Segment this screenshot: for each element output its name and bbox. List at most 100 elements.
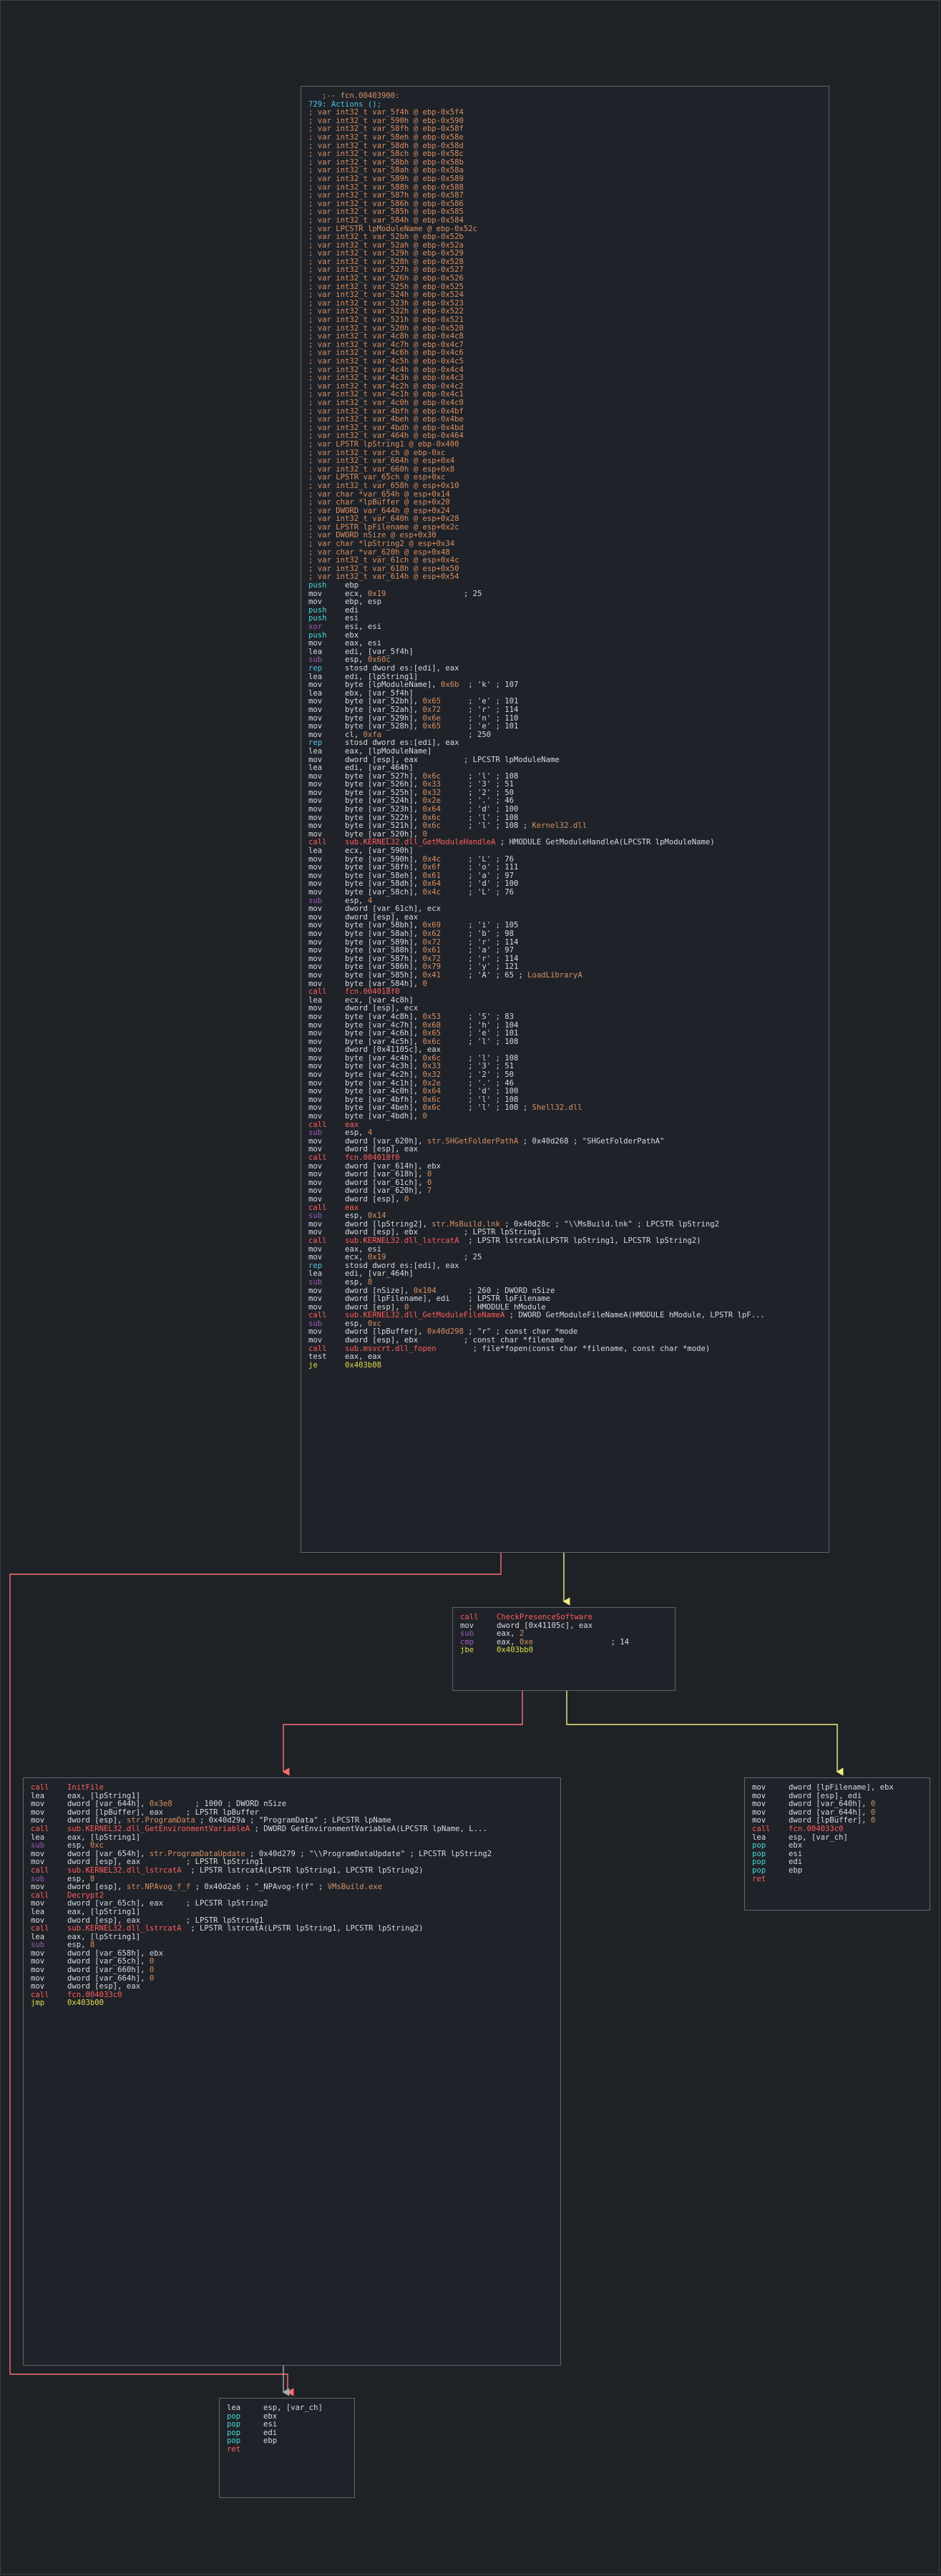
asm-line[interactable]: mov ecx, 0x19 ; 25 xyxy=(308,590,821,599)
asm-line[interactable]: jbe 0x403bb0 xyxy=(460,1646,668,1655)
asm-token: 0xc xyxy=(367,1319,382,1328)
asm-token: mov byte [var_52ah], xyxy=(308,705,423,714)
asm-line[interactable]: lea edi, [var_464h] xyxy=(308,1270,821,1279)
asm-line[interactable]: ; var int32_t var_614h @ esp+0x54 xyxy=(308,573,821,582)
asm-line[interactable]: ret xyxy=(752,1875,922,1884)
asm-token: ; var int32_t var_52ah @ ebp-0x52a xyxy=(308,240,464,250)
asm-token: mov dword [esp], ebx ; LPSTR lpString1 xyxy=(308,1228,542,1237)
asm-token: 0x6c xyxy=(422,1095,441,1104)
asm-token: 0x32 xyxy=(422,1070,441,1080)
asm-line[interactable]: lea eax, [lpString1] xyxy=(31,1933,553,1942)
asm-token: mov byte [var_52bh], xyxy=(308,697,423,706)
asm-token: ebx xyxy=(240,2411,278,2421)
asm-token: 0x6c xyxy=(422,1037,441,1046)
asm-token: mov dword [lpBuffer], eax ; LPSTR lpBuff… xyxy=(31,1807,259,1817)
asm-token: ; LPSTR lstrcatA(LPSTR lpString1, LPCSTR… xyxy=(459,1236,701,1245)
asm-line[interactable]: test eax, eax xyxy=(308,1352,821,1362)
asm-line[interactable]: push ebx xyxy=(308,630,821,640)
asm-line[interactable]: call eax xyxy=(308,1121,821,1130)
asm-token: mov dword [var_61ch], ecx xyxy=(308,904,441,914)
asm-token: ; "r" ; const char *mode xyxy=(463,1327,578,1337)
asm-token: 0x69 xyxy=(422,921,441,930)
asm-line[interactable]: push edi xyxy=(308,606,821,615)
asm-token: 0x68 xyxy=(422,1020,441,1030)
asm-line[interactable]: call sub.msvcrt.dll_fopen ; file*fopen(c… xyxy=(308,1345,821,1354)
asm-token: 0x65 xyxy=(422,722,441,731)
asm-token: pop xyxy=(752,1849,766,1858)
asm-token: mov byte [var_58ah], xyxy=(308,929,423,938)
asm-token: 0x72 xyxy=(422,954,441,963)
asm-token: ; 0x40d28c ; "\\MsBuild.lnk" ; LPCSTR lp… xyxy=(499,1219,720,1229)
asm-token: mov dword [esp], eax xyxy=(31,1982,141,1991)
asm-token: mov ecx, xyxy=(308,589,368,598)
asm-token: ; var int32_t var_522h @ ebp-0x522 xyxy=(308,307,464,316)
asm-token: ; var int32_t var_4c4h @ ebp-0x4c4 xyxy=(308,365,464,374)
asm-token: ; file*fopen(const char *filename, const… xyxy=(436,1344,711,1353)
asm-line[interactable]: mov ebp, esp xyxy=(308,597,821,607)
asm-token: mov byte [var_521h], xyxy=(308,821,423,831)
asm-token: mov byte [var_58fh], xyxy=(308,863,423,872)
asm-token: ; 0x40d279 ; "\\ProgramDataUpdate" ; LPC… xyxy=(245,1849,492,1858)
asm-token: mov dword [esp], edi xyxy=(752,1791,862,1800)
asm-line[interactable]: ;-- fcn.00403900: xyxy=(308,92,821,101)
asm-token: call InitFile xyxy=(31,1783,104,1792)
asm-line[interactable]: mov dword [esp], str.NPAvog_f_f ; 0x40d2… xyxy=(31,1883,553,1892)
asm-line[interactable]: lea eax, [lpString1] xyxy=(31,1833,553,1843)
asm-token: 0x6c xyxy=(422,771,441,781)
asm-token: str.NPAvog_f_f xyxy=(126,1883,191,1892)
asm-line[interactable]: call sub.KERNEL32.dll_GetModuleFileNameA… xyxy=(308,1311,821,1320)
asm-token: mov byte [var_4c3h], xyxy=(308,1062,423,1071)
asm-token: ; var char *lpString2 @ esp+0x34 xyxy=(308,540,455,549)
asm-line[interactable]: mov byte [var_58ch], 0x4c ; 'L' ; 76 xyxy=(308,888,821,897)
asm-token: pop xyxy=(227,2420,241,2429)
asm-line[interactable]: mov dword [esp], 0 xyxy=(308,1195,821,1204)
asm-line[interactable]: push esi xyxy=(308,615,821,623)
asm-token: mov dword [esp], xyxy=(308,1302,404,1312)
asm-token: eax, xyxy=(474,1637,520,1646)
asm-token: edi xyxy=(240,2428,278,2437)
asm-line[interactable]: je 0x403b08 xyxy=(308,1361,821,1370)
asm-line[interactable]: pop ebp xyxy=(752,1866,922,1875)
basic-block-fcn-00403900[interactable]: ;-- fcn.00403900: 729: Actions ();; var i… xyxy=(301,86,829,1553)
asm-line[interactable]: pop ebp xyxy=(227,2437,347,2446)
asm-token: ; var LPCSTR lpModuleName @ ebp-0x52c xyxy=(308,224,477,233)
asm-token: mov byte [var_525h], xyxy=(308,788,423,797)
basic-block-check-presence[interactable]: call CheckPresenceSoftware mov dword [0x4… xyxy=(452,1607,676,1691)
asm-token: ; var int32_t var_586h @ ebp-0x586 xyxy=(308,199,464,208)
asm-token: mov dword [var_61ch], xyxy=(308,1178,427,1187)
asm-token: sub xyxy=(308,655,323,665)
asm-token: ; var int32_t var_523h @ ebp-0x523 xyxy=(308,298,464,308)
asm-token: mov byte [var_58bh], xyxy=(308,921,423,930)
asm-line[interactable]: mov byte [var_4bdh], 0 xyxy=(308,1112,821,1121)
asm-token: ; 'A' ; 65 ; xyxy=(440,970,528,980)
asm-line[interactable]: ret xyxy=(227,2445,347,2454)
asm-token: ; var int32_t var_526h @ ebp-0x526 xyxy=(308,274,464,283)
basic-block-init-file[interactable]: call InitFile lea eax, [lpString1] mov dwo… xyxy=(23,1777,561,2366)
asm-token: str.ProgramDataUpdate xyxy=(149,1849,245,1858)
asm-token: lea ecx, [var_4c8h] xyxy=(308,995,414,1005)
asm-token: rep xyxy=(308,663,323,673)
asm-token: mov byte [var_4c6h], xyxy=(308,1029,423,1038)
asm-token: call sub.KERNEL32.dll_GetModuleHandleA xyxy=(308,838,496,847)
asm-line[interactable]: call sub.KERNEL32.dll_lstrcatA ; LPSTR l… xyxy=(31,1866,553,1875)
asm-token: esp, xyxy=(44,1874,90,1883)
asm-token: mov dword [lpFilename], ebx xyxy=(752,1783,894,1792)
asm-line[interactable]: call fcn.004033c0 xyxy=(31,1991,553,2000)
asm-token: stosd dword es:[edi], eax xyxy=(322,738,459,748)
asm-line[interactable]: call sub.KERNEL32.dll_lstrcatA ; LPSTR l… xyxy=(308,1236,821,1246)
asm-token: Shell32.dll xyxy=(532,1103,582,1113)
asm-token: ; var char *var_654h @ esp+0x14 xyxy=(308,489,450,499)
asm-token: ; var int32_t var_464h @ ebp-0x464 xyxy=(308,431,464,441)
asm-token: mov dword [esp], eax xyxy=(308,1145,419,1154)
asm-token: ; var DWORD var_644h @ esp+0x24 xyxy=(308,506,450,515)
basic-block-epilogue-a[interactable]: mov dword [lpFilename], ebx mov dword [es… xyxy=(744,1777,930,1911)
asm-token: mov dword [esp], eax ; LPCSTR lpModuleNa… xyxy=(308,755,560,764)
asm-line[interactable]: xor esi, esi xyxy=(308,623,821,632)
asm-token: esp, xyxy=(322,896,368,905)
asm-token: mov dword [esp], xyxy=(31,1883,127,1892)
asm-line[interactable]: jmp 0x403b00 xyxy=(31,1999,553,2008)
asm-token: ; var int32_t var_58ah @ ebp-0x58a xyxy=(308,166,464,175)
basic-block-epilogue-b[interactable]: lea esp, [var_ch] pop ebx pop esi pop edi po… xyxy=(219,2398,355,2498)
asm-token: mov dword [esp], eax xyxy=(308,912,419,922)
asm-token: ebx xyxy=(326,630,359,640)
